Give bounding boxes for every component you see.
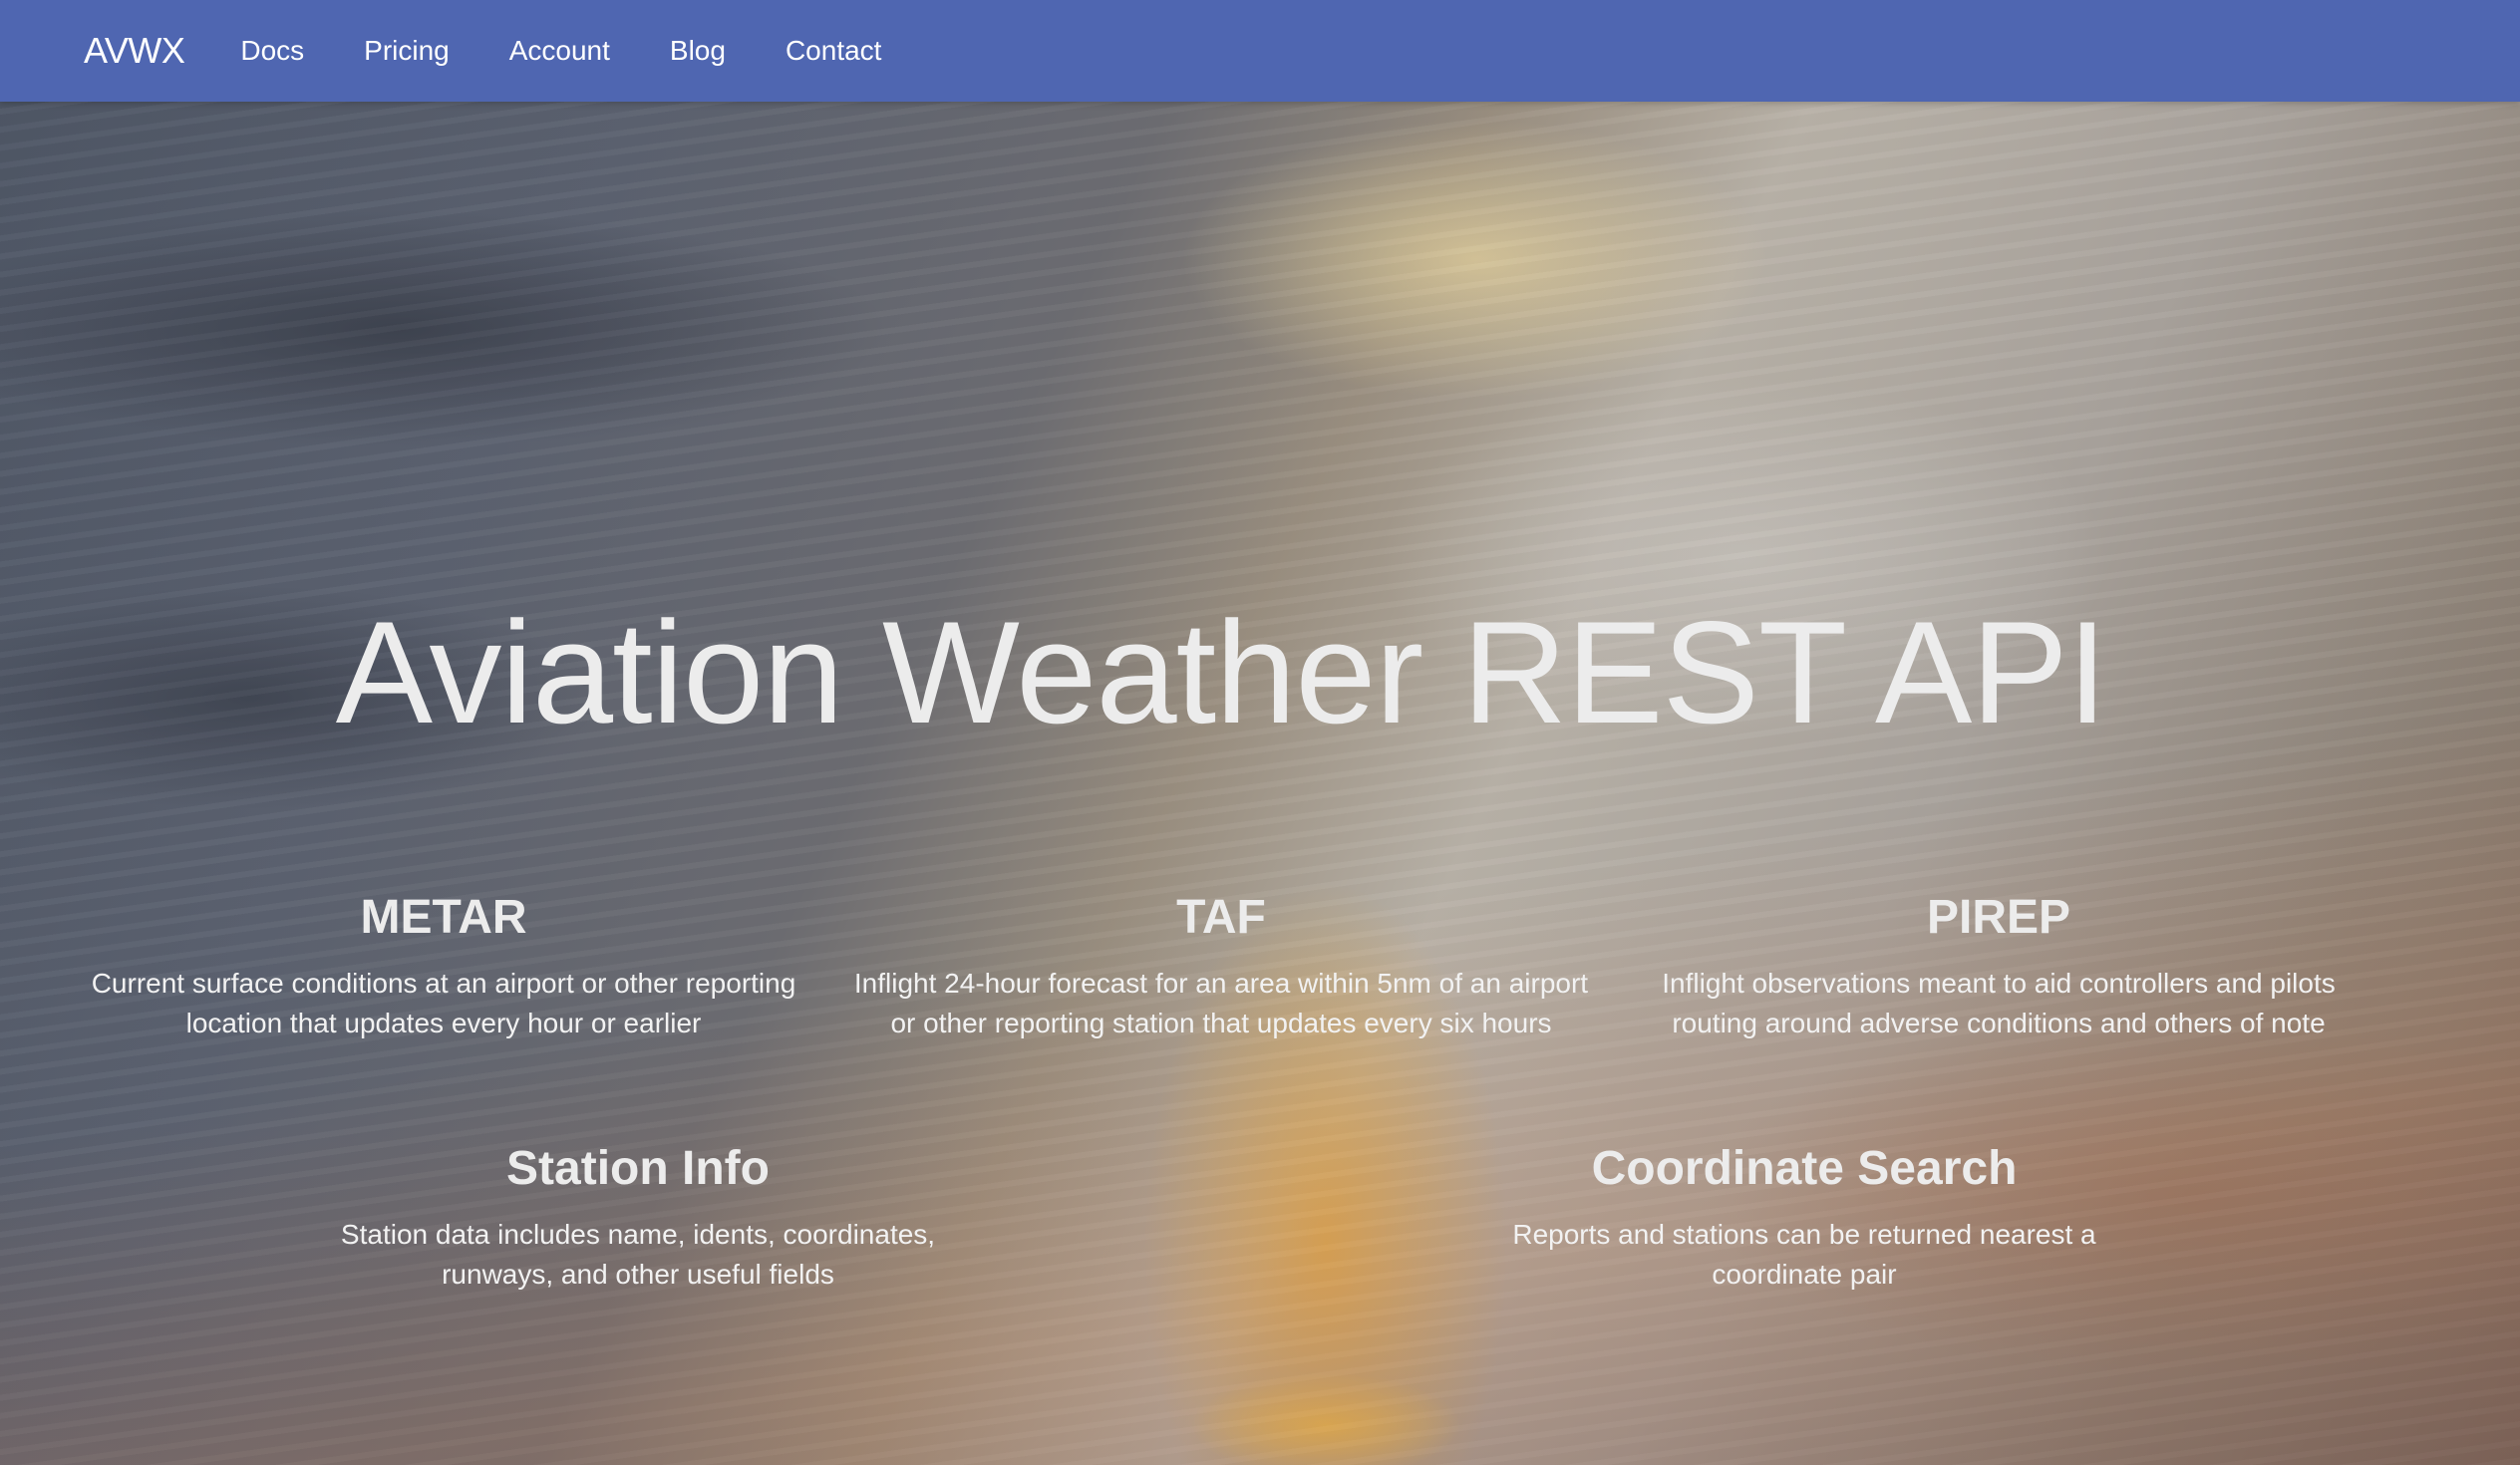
feature-description: Inflight 24-hour forecast for an area wi…: [853, 968, 1589, 1038]
feature-description: Inflight observations meant to aid contr…: [1662, 968, 2336, 1038]
nav-link-blog[interactable]: Blog: [640, 35, 756, 67]
feature-pirep: PIREP Inflight observations meant to aid…: [1630, 894, 2367, 1043]
feature-description: Reports and stations can be returned nea…: [1512, 1219, 2096, 1290]
feature-station-info: Station Info Station data includes name,…: [319, 1145, 957, 1295]
nav-link-pricing[interactable]: Pricing: [334, 35, 479, 67]
brand-logo-link[interactable]: AVWX: [84, 30, 185, 72]
feature-coordinate-search: Coordinate Search Reports and stations c…: [1485, 1145, 2123, 1295]
feature-title: TAF: [1176, 891, 1266, 944]
top-navbar: AVWX Docs Pricing Account Blog Contact: [0, 0, 2520, 102]
feature-title: METAR: [360, 891, 527, 944]
hero-section: Aviation Weather REST API METAR Current …: [0, 102, 2520, 1465]
nav-links: Docs Pricing Account Blog Contact: [210, 35, 911, 67]
feature-description: Current surface conditions at an airport…: [91, 968, 796, 1038]
nav-link-contact[interactable]: Contact: [756, 35, 912, 67]
hero-title: Aviation Weather REST API: [335, 591, 2108, 753]
feature-title: Coordinate Search: [1591, 1142, 2018, 1195]
nav-link-account[interactable]: Account: [479, 35, 640, 67]
nav-link-docs[interactable]: Docs: [210, 35, 334, 67]
feature-title: Station Info: [506, 1142, 770, 1195]
feature-taf: TAF Inflight 24-hour forecast for an are…: [852, 894, 1590, 1043]
feature-description: Station data includes name, idents, coor…: [340, 1219, 936, 1290]
feature-title: PIREP: [1926, 891, 2071, 944]
feature-metar: METAR Current surface conditions at an a…: [75, 894, 812, 1043]
